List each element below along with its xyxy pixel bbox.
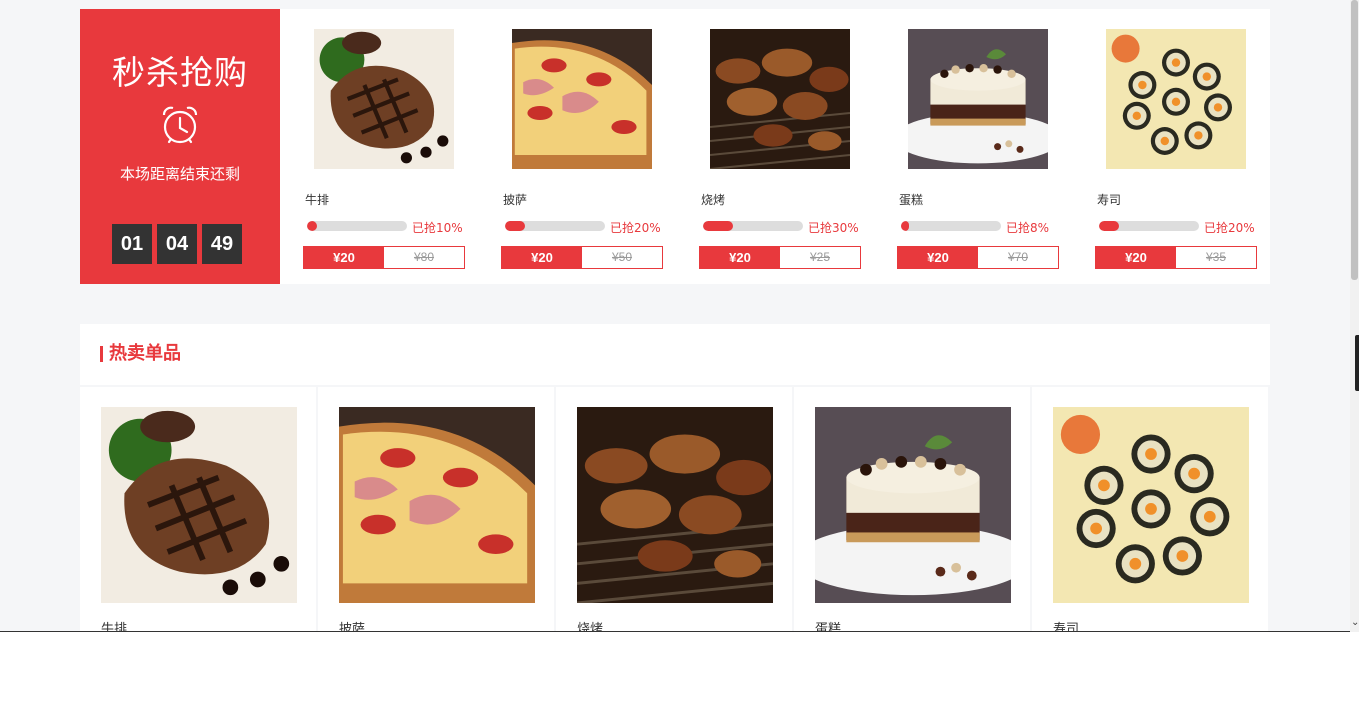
countdown-seconds: 49	[202, 224, 242, 264]
flash-item-image[interactable]	[1106, 29, 1246, 169]
flash-item[interactable]: 寿司 已抢20% ¥20 ¥35	[1095, 9, 1265, 284]
flash-item-name[interactable]: 披萨	[503, 191, 527, 208]
product-name[interactable]: 蛋糕	[815, 618, 841, 631]
scrollbar-thumb[interactable]	[1351, 0, 1358, 280]
product-card[interactable]: 烧烤	[556, 387, 792, 631]
original-price: ¥70	[1007, 250, 1029, 264]
product-image[interactable]	[1053, 407, 1249, 603]
sold-percent-label: 已抢30%	[808, 221, 859, 235]
sold-progress-bar	[703, 221, 803, 231]
section-accent-bar	[100, 346, 103, 362]
sold-percent-label: 已抢8%	[1006, 221, 1050, 235]
sold-percent-label: 已抢20%	[1204, 221, 1255, 235]
flash-item-name[interactable]: 寿司	[1097, 191, 1121, 208]
sale-price[interactable]: ¥20	[502, 247, 582, 268]
sold-progress-fill	[307, 221, 317, 231]
sold-percent-label: 已抢10%	[412, 221, 463, 235]
product-card[interactable]: 寿司	[1032, 387, 1268, 631]
sold-progress-bar	[1099, 221, 1199, 231]
flash-item[interactable]: 牛排 已抢10% ¥20 ¥80	[303, 9, 473, 284]
price-box[interactable]: ¥20 ¥70	[897, 246, 1059, 269]
sale-price[interactable]: ¥20	[1096, 247, 1176, 268]
sale-price[interactable]: ¥20	[898, 247, 978, 268]
price-box[interactable]: ¥20 ¥80	[303, 246, 465, 269]
scroll-down-arrow-icon[interactable]: ⌄	[1351, 618, 1359, 628]
product-card[interactable]: 牛排	[80, 387, 316, 631]
sold-percent-label: 已抢20%	[610, 221, 661, 235]
product-image[interactable]	[339, 407, 535, 603]
alarm-clock-icon	[160, 104, 200, 146]
sold-progress-bar	[307, 221, 407, 231]
original-price: ¥80	[413, 250, 435, 264]
flash-item-image[interactable]	[710, 29, 850, 169]
hot-section-header: 热卖单品	[80, 324, 1270, 385]
flash-item-name[interactable]: 烧烤	[701, 191, 725, 208]
flash-item[interactable]: 蛋糕 已抢8% ¥20 ¥70	[897, 9, 1067, 284]
sold-progress-fill	[1099, 221, 1119, 231]
countdown-hours: 01	[112, 224, 152, 264]
product-card[interactable]: 披萨	[318, 387, 554, 631]
flash-item-image[interactable]	[512, 29, 652, 169]
page-viewport: 秒杀抢购 本场距离结束还剩 01 04 49 牛排 已抢10% ¥20 ¥80 …	[0, 0, 1350, 632]
flash-item-image[interactable]	[908, 29, 1048, 169]
original-price: ¥35	[1205, 250, 1227, 264]
vertical-scrollbar[interactable]: ⌄	[1350, 0, 1359, 632]
product-name[interactable]: 披萨	[339, 618, 365, 631]
product-name[interactable]: 寿司	[1053, 618, 1079, 631]
flash-sale-banner: 秒杀抢购 本场距离结束还剩 01 04 49	[80, 9, 280, 284]
flash-item[interactable]: 披萨 已抢20% ¥20 ¥50	[501, 9, 671, 284]
price-box[interactable]: ¥20 ¥35	[1095, 246, 1257, 269]
product-card[interactable]: 蛋糕	[794, 387, 1030, 631]
original-price: ¥50	[611, 250, 633, 264]
hot-products-grid: 牛排 披萨 烧烤 蛋糕 寿司	[80, 387, 1270, 631]
countdown-minutes: 04	[157, 224, 197, 264]
sold-progress-fill	[703, 221, 733, 231]
original-price: ¥25	[809, 250, 831, 264]
countdown-timer: 01 04 49	[112, 224, 252, 264]
sold-progress-fill	[901, 221, 909, 231]
flash-item-name[interactable]: 蛋糕	[899, 191, 923, 208]
product-name[interactable]: 烧烤	[577, 618, 603, 631]
price-box[interactable]: ¥20 ¥50	[501, 246, 663, 269]
sale-price[interactable]: ¥20	[304, 247, 384, 268]
flash-item[interactable]: 烧烤 已抢30% ¥20 ¥25	[699, 9, 869, 284]
flash-item-image[interactable]	[314, 29, 454, 169]
sold-progress-fill	[505, 221, 525, 231]
sold-progress-bar	[505, 221, 605, 231]
flash-item-name[interactable]: 牛排	[305, 191, 329, 208]
sold-progress-bar	[901, 221, 1001, 231]
product-image[interactable]	[815, 407, 1011, 603]
price-box[interactable]: ¥20 ¥25	[699, 246, 861, 269]
flash-sale-subtitle: 本场距离结束还剩	[119, 165, 240, 183]
product-image[interactable]	[101, 407, 297, 603]
scroll-handle[interactable]	[1355, 335, 1359, 391]
product-name[interactable]: 牛排	[101, 618, 127, 631]
sale-price[interactable]: ¥20	[700, 247, 780, 268]
product-image[interactable]	[577, 407, 773, 603]
flash-sale-section: 秒杀抢购 本场距离结束还剩 01 04 49 牛排 已抢10% ¥20 ¥80 …	[80, 9, 1270, 284]
flash-sale-title: 秒杀抢购	[112, 53, 248, 92]
hot-section-title: 热卖单品	[109, 343, 181, 364]
